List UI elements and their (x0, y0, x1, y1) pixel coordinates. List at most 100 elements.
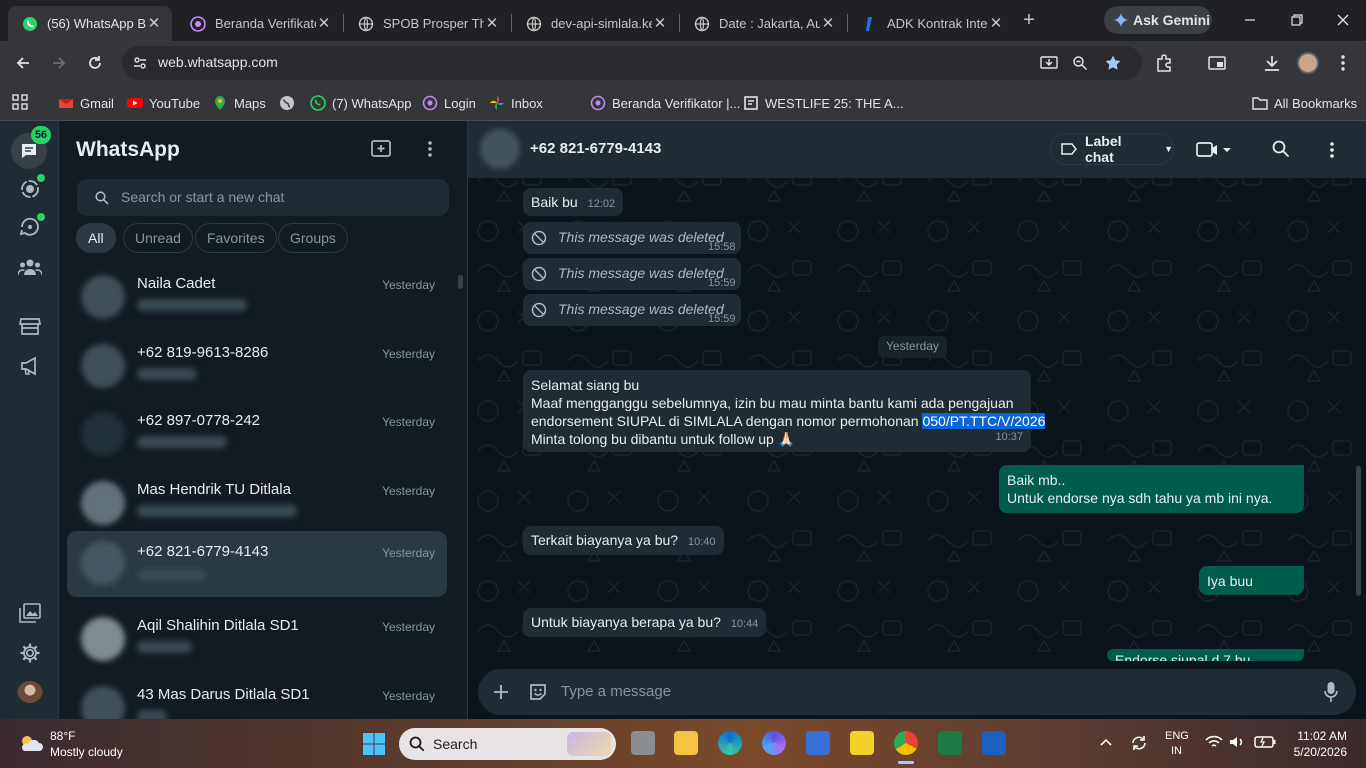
message-incoming[interactable]: Untuk biayanya berapa ya bu? 10:44 (523, 608, 767, 637)
chat-row[interactable]: 43 Mas Darus Ditlala SD1 Yesterday (67, 676, 447, 719)
bookmark-inbox[interactable]: Inbox (489, 93, 543, 113)
new-tab-button[interactable]: + (1018, 10, 1040, 32)
video-call-icon[interactable] (1196, 141, 1236, 159)
task-view-icon[interactable] (631, 731, 655, 755)
reload-icon[interactable] (86, 54, 104, 72)
bookmark-youtube[interactable]: YouTube (127, 93, 200, 113)
chat-row[interactable]: Aqil Shalihin Ditlala SD1 Yesterday (67, 607, 447, 673)
advertise-megaphone-icon[interactable] (19, 356, 41, 376)
message-deleted[interactable]: This message was deleted 15:59 (523, 294, 741, 326)
chat-row[interactable]: Naila Cadet Yesterday (67, 265, 447, 331)
forward-arrow-icon[interactable] (50, 54, 68, 72)
close-tab-icon[interactable]: ✕ (316, 15, 332, 32)
chat-row[interactable]: Mas Hendrik TU Ditlala Yesterday (67, 471, 447, 537)
media-gallery-icon[interactable] (19, 603, 41, 623)
restore-icon[interactable] (1289, 12, 1305, 28)
settings-gear-icon[interactable] (19, 642, 41, 664)
close-window-icon[interactable] (1335, 12, 1351, 28)
lang-label[interactable]: ENG (1165, 730, 1189, 742)
cast-icon[interactable] (1207, 53, 1227, 73)
bookmark-gmail[interactable]: Gmail (58, 93, 114, 113)
chat-row[interactable]: +62 819-9613-8286 Yesterday (67, 334, 447, 400)
chevron-up-icon[interactable] (1099, 735, 1113, 749)
tab-dev-api[interactable]: dev-api-simlala.ke ✕ (512, 6, 678, 41)
message-outgoing[interactable]: Baik mb.. Untuk endorse nya sdh tahu ya … (999, 465, 1304, 513)
message-incoming[interactable]: Terkait biayanya ya bu? 10:40 (523, 526, 724, 555)
tab-adk[interactable]: ADK Kontrak Inter ✕ (848, 6, 1014, 41)
tab-whatsapp[interactable]: (56) WhatsApp Bu ✕ (8, 6, 172, 41)
message-incoming[interactable]: Baik bu 12:02 (523, 188, 624, 216)
tab-date[interactable]: Date : Jakarta, Aug ✕ (680, 6, 846, 41)
search-box[interactable]: Search or start a new chat (77, 179, 449, 216)
contact-name[interactable]: +62 821-6779-4143 (530, 140, 661, 157)
filter-unread[interactable]: Unread (123, 223, 193, 253)
tab-spob[interactable]: SPOB Prosper Thr ✕ (344, 6, 510, 41)
menu-dots-icon[interactable] (422, 139, 438, 159)
business-tools-icon[interactable] (19, 316, 41, 336)
extensions-icon[interactable] (1154, 53, 1174, 73)
close-tab-icon[interactable]: ✕ (820, 15, 836, 32)
close-tab-icon[interactable]: ✕ (988, 15, 1004, 32)
message-outgoing[interactable]: Iya buu (1199, 566, 1304, 595)
sticky-notes-icon[interactable] (850, 731, 874, 755)
tab-beranda[interactable]: Beranda Verifikato ✕ (176, 6, 342, 41)
bookmark-maps[interactable]: Maps (212, 93, 266, 113)
apps-grid-icon[interactable] (12, 94, 28, 110)
volume-icon[interactable] (1229, 735, 1245, 749)
install-app-icon[interactable] (1040, 55, 1058, 71)
ask-gemini-button[interactable]: Ask Gemini (1104, 6, 1212, 34)
site-info-icon[interactable] (132, 55, 148, 71)
chat-menu-dots-icon[interactable] (1326, 140, 1338, 160)
all-bookmarks[interactable]: All Bookmarks (1252, 93, 1357, 113)
clock-time[interactable]: 11:02 AM (1295, 729, 1347, 743)
bookmark-westlife[interactable]: WESTLIFE 25: THE A... (743, 93, 903, 113)
address-bar[interactable]: web.whatsapp.com (122, 46, 1142, 80)
label-chat-button[interactable]: Label chat ▼ (1050, 133, 1174, 165)
weather-cloud-icon[interactable] (18, 733, 44, 753)
chat-scrollbar[interactable] (1356, 466, 1361, 596)
sync-icon[interactable] (1129, 733, 1149, 753)
list-scrollbar[interactable] (458, 275, 463, 289)
status-icon[interactable] (19, 178, 41, 200)
close-tab-icon[interactable]: ✕ (146, 15, 162, 32)
battery-icon[interactable] (1254, 735, 1276, 749)
camera-app-icon[interactable] (806, 731, 830, 755)
clock-date[interactable]: 5/20/2026 (1289, 745, 1347, 759)
message-input[interactable]: Type a message (561, 683, 671, 700)
communities-icon[interactable] (18, 257, 42, 277)
excel-icon[interactable] (938, 731, 962, 755)
search-messages-icon[interactable] (1272, 140, 1290, 158)
filter-groups[interactable]: Groups (278, 223, 348, 253)
message-deleted[interactable]: This message was deleted 15:59 (523, 258, 741, 290)
bookmark-star-icon[interactable] (1104, 54, 1122, 72)
close-tab-icon[interactable]: ✕ (652, 15, 668, 32)
file-explorer-icon[interactable] (674, 731, 698, 755)
minimize-icon[interactable] (1242, 12, 1258, 28)
chat-row[interactable]: +62 897-0778-242 Yesterday (67, 402, 447, 468)
edge-icon[interactable] (718, 731, 742, 755)
new-chat-icon[interactable] (370, 139, 392, 159)
bookmark-globe[interactable] (279, 93, 301, 113)
downloads-icon[interactable] (1262, 53, 1282, 73)
bookmark-beranda[interactable]: Beranda Verifikator |... (590, 93, 740, 113)
windows-start-icon[interactable] (362, 732, 386, 756)
bookmark-login[interactable]: Login (422, 93, 476, 113)
attach-plus-icon[interactable] (493, 684, 509, 700)
message-outgoing-partial[interactable]: Endorse siupal d 7 bu (1107, 649, 1304, 661)
chat-row-selected[interactable]: +62 821-6779-4143 Yesterday (67, 531, 447, 597)
taskbar-search[interactable]: Search (399, 728, 616, 760)
profile-avatar[interactable] (1297, 52, 1319, 74)
back-arrow-icon[interactable] (14, 54, 32, 72)
copilot-icon[interactable] (762, 731, 786, 755)
composer[interactable]: Type a message (478, 669, 1356, 715)
chrome-menu-icon[interactable] (1334, 53, 1352, 73)
contact-avatar[interactable] (480, 129, 520, 169)
chrome-icon[interactable] (894, 731, 918, 755)
search-input[interactable]: Search or start a new chat (121, 189, 284, 205)
profile-avatar[interactable] (17, 681, 43, 707)
sticker-icon[interactable] (528, 682, 548, 702)
region-label[interactable]: IN (1171, 745, 1182, 757)
message-incoming[interactable]: Selamat siang bu Maaf mengganggu sebelum… (523, 370, 1046, 452)
chat-header[interactable]: +62 821-6779-4143 Label chat ▼ (468, 121, 1366, 178)
zoom-icon[interactable] (1072, 55, 1088, 71)
